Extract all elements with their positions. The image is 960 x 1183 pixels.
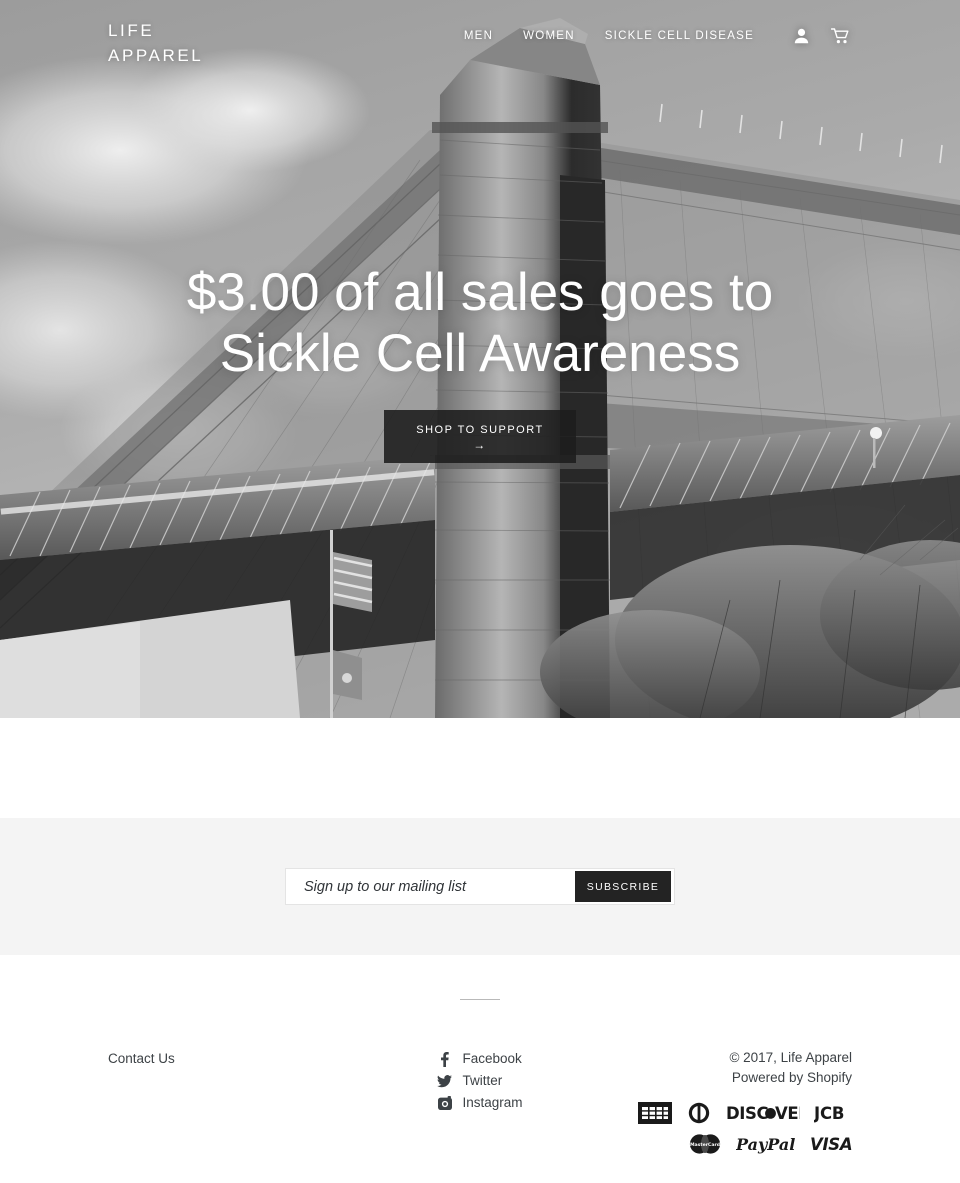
shop-to-support-label: SHOP TO SUPPORT	[416, 424, 544, 436]
social-link-twitter[interactable]: Twitter	[437, 1070, 522, 1092]
footer-column-links: Contact Us	[108, 1048, 354, 1070]
site-footer: Contact Us Facebook Twitter Instagram © …	[0, 955, 960, 1155]
logo-line-1: LIFE	[108, 21, 155, 40]
social-label-instagram: Instagram	[462, 1095, 523, 1110]
payment-methods-list: DISC VER JCB MasterCard	[637, 1102, 852, 1155]
shopping-cart-icon[interactable]	[830, 28, 850, 44]
social-label-twitter: Twitter	[462, 1073, 503, 1088]
hero-banner: LIFE APPAREL MEN WOMEN SICKLE CELL DISEA…	[0, 0, 960, 718]
nav-item-men[interactable]: MEN	[464, 30, 493, 42]
payment-icon-discover: DISC VER	[726, 1102, 800, 1124]
hero-headline-line-1: $3.00 of all sales goes to	[186, 263, 774, 322]
svg-text:JCB: JCB	[814, 1104, 844, 1123]
list-item: Facebook	[437, 1048, 522, 1070]
nav-item-women[interactable]: WOMEN	[523, 30, 575, 42]
hero-headline-line-2: Sickle Cell Awareness	[219, 324, 741, 383]
social-links-list: Facebook Twitter Instagram	[437, 1048, 523, 1114]
nav-item-sickle-cell-disease[interactable]: SICKLE CELL DISEASE	[605, 30, 754, 42]
svg-text:DISC: DISC	[726, 1104, 769, 1123]
shopify-link[interactable]: Shopify	[807, 1070, 852, 1085]
payment-icon-american-express	[637, 1102, 672, 1124]
footer-divider	[460, 999, 500, 1000]
contact-us-link[interactable]: Contact Us	[108, 1051, 175, 1066]
newsletter-email-input[interactable]	[286, 869, 575, 904]
payment-icon-diners-club	[686, 1102, 712, 1124]
main-navigation: MEN WOMEN SICKLE CELL DISEASE	[464, 18, 850, 44]
content-spacer	[0, 718, 960, 818]
shop-to-support-button[interactable]: SHOP TO SUPPORT →	[384, 410, 576, 463]
newsletter-section: SUBSCRIBE	[0, 818, 960, 955]
social-label-facebook: Facebook	[462, 1051, 522, 1066]
header-icon-links	[794, 28, 850, 44]
hero-headline: $3.00 of all sales goes to Sickle Cell A…	[0, 262, 960, 384]
logo-line-2: APPAREL	[108, 46, 204, 65]
site-logo[interactable]: LIFE APPAREL	[108, 18, 228, 68]
payment-icon-paypal: PayPal	[736, 1133, 796, 1155]
powered-by-text: Powered by Shopify	[606, 1068, 852, 1088]
svg-text:VISA: VISA	[810, 1135, 852, 1154]
svg-text:MasterCard: MasterCard	[690, 1142, 720, 1148]
instagram-icon	[437, 1096, 452, 1110]
copyright-text: © 2017, Life Apparel	[729, 1050, 852, 1065]
svg-text:VER: VER	[775, 1104, 800, 1123]
footer-column-legal: © 2017, Life Apparel Powered by Shopify	[606, 1048, 852, 1155]
subscribe-button[interactable]: SUBSCRIBE	[575, 871, 671, 902]
arrow-right-icon: →	[473, 438, 487, 452]
newsletter-form: SUBSCRIBE	[285, 868, 675, 905]
site-header: LIFE APPAREL MEN WOMEN SICKLE CELL DISEA…	[0, 0, 960, 78]
hero-content: $3.00 of all sales goes to Sickle Cell A…	[0, 262, 960, 463]
footer-column-social: Facebook Twitter Instagram	[354, 1048, 607, 1117]
payment-icon-jcb: JCB	[814, 1102, 852, 1124]
payment-icon-visa: VISA	[810, 1133, 852, 1155]
social-link-facebook[interactable]: Facebook	[437, 1048, 522, 1070]
powered-by-prefix: Powered by	[731, 1070, 807, 1085]
footer-columns: Contact Us Facebook Twitter Instagram © …	[0, 1048, 960, 1155]
twitter-icon	[437, 1074, 453, 1088]
svg-text:PayPal: PayPal	[736, 1135, 795, 1154]
facebook-icon	[437, 1051, 452, 1067]
social-link-instagram[interactable]: Instagram	[437, 1092, 523, 1114]
account-icon[interactable]	[794, 28, 809, 44]
payment-icon-mastercard: MasterCard	[688, 1133, 722, 1155]
list-item: Twitter	[437, 1070, 522, 1092]
list-item: Instagram	[437, 1092, 523, 1114]
